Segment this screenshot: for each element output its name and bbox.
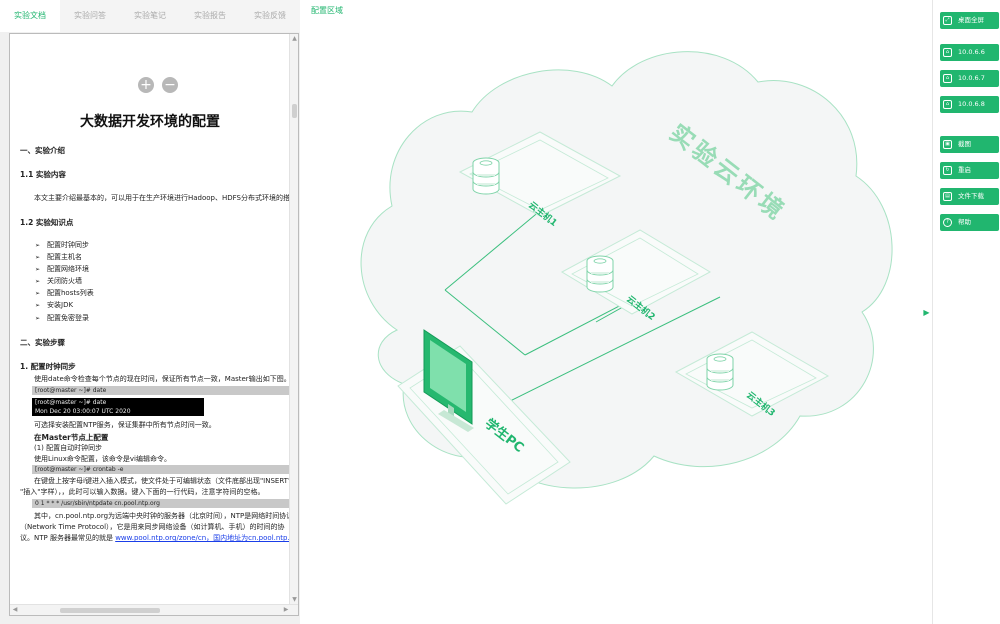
tab-qa[interactable]: 实验问答 <box>60 0 120 32</box>
vertical-scrollbar[interactable]: ▲ ▼ <box>289 34 298 605</box>
intro-text: 本文主要介绍最基本的，可以用于在生产环境进行Hadoop、HDFS分布式环境的搭… <box>34 194 290 202</box>
point-item: 配置hosts列表 <box>35 289 94 298</box>
code-cron: 0 1 * * * /usr/sbin/ntpdate cn.pool.ntp.… <box>32 499 290 508</box>
screenshot-button[interactable]: ▣ 截图 <box>940 136 999 153</box>
para-line-3: 议。NTP 服务器最常见的就是 www.pool.ntp.org/zone/cn… <box>20 534 290 543</box>
zoom-in-button[interactable]: + <box>138 77 154 93</box>
reset-button[interactable]: ↻ 重启 <box>940 162 999 179</box>
terminal-line: Mon Dec 20 03:00:07 UTC 2020 <box>32 407 204 416</box>
expand-icon: ⤢ <box>943 16 952 25</box>
insert-text-1: 在键盘上按字母i键进入插入模式，使文件处于可编辑状态（文件底部出现"INSERT… <box>34 477 290 485</box>
file-icon: ▤ <box>943 192 952 201</box>
doc-content: + − 大数据开发环境的配置 一、实验介绍 1.1 实验内容 本文主要介绍最基本… <box>10 34 290 605</box>
terminal-line: [root@master ~]# date <box>32 398 204 407</box>
point-item: 配置网络环境 <box>35 265 89 274</box>
code-crontab: [root@master ~]# crontab -e <box>32 465 290 474</box>
scroll-thumb[interactable] <box>292 104 297 118</box>
tab-report[interactable]: 实验报告 <box>180 0 240 32</box>
scroll-up-icon[interactable]: ▲ <box>291 35 298 43</box>
vm-button-3[interactable]: ⌂ 10.0.6.8 <box>940 96 999 113</box>
home-icon: ⌂ <box>943 74 952 83</box>
home-icon: ⌂ <box>943 100 952 109</box>
point-item: 关闭防火墙 <box>35 277 82 286</box>
doc-panel: 实验文档 实验问答 实验笔记 实验报告 实验反馈 + − 大数据开发环境的配置 … <box>0 0 300 624</box>
auto-sync-text: (1) 配置自动时钟同步 <box>34 444 103 452</box>
doc-title: 大数据开发环境的配置 <box>80 114 220 130</box>
home-icon: ⌂ <box>943 48 952 57</box>
refresh-icon: ↻ <box>943 166 952 175</box>
on-master-heading: 在Master节点上配置 <box>34 433 109 442</box>
doc-viewer: + − 大数据开发环境的配置 一、实验介绍 1.1 实验内容 本文主要介绍最基本… <box>9 33 299 616</box>
server-icon <box>586 255 614 293</box>
app-root: 实验文档 实验问答 实验笔记 实验报告 实验反馈 + − 大数据开发环境的配置 … <box>0 0 1000 624</box>
tab-experiment-doc[interactable]: 实验文档 <box>0 0 60 32</box>
point-item: 配置主机名 <box>35 253 82 262</box>
hscroll-thumb[interactable] <box>60 608 160 613</box>
section-content-heading: 1.1 实验内容 <box>20 170 66 179</box>
crontab-hint: 使用Linux命令配置，该命令是vi编辑命令。 <box>34 455 171 463</box>
tab-feedback[interactable]: 实验反馈 <box>240 0 300 32</box>
doc-tabs: 实验文档 实验问答 实验笔记 实验报告 实验反馈 <box>0 0 300 32</box>
step1-text: 使用date命令检查每个节点的现在时间，保证所有节点一致，Master输出如下图… <box>34 375 290 383</box>
section-steps-heading: 二、实验步骤 <box>20 338 65 347</box>
right-toolbar: ⤢ 桌面全屏 ⌂ 10.0.6.6 ⌂ 10.0.6.7 ⌂ 10.0.6.8 … <box>932 0 1000 624</box>
vm-button-1[interactable]: ⌂ 10.0.6.6 <box>940 44 999 61</box>
point-item: 配置免密登录 <box>35 314 89 323</box>
insert-text-2: "插入"字样），，此时可以输入数据。键入下面的一行代码，注意字符间的空格。 <box>20 488 265 496</box>
crop-icon: ▣ <box>943 140 952 149</box>
scroll-right-icon[interactable]: ▶ <box>282 606 290 614</box>
horizontal-scrollbar[interactable]: ◀ ▶ <box>10 604 298 615</box>
point-item: 配置时钟同步 <box>35 241 89 250</box>
para-text: 议。NTP 服务器最常见的就是 <box>20 534 113 542</box>
fullscreen-button[interactable]: ⤢ 桌面全屏 <box>940 12 999 29</box>
collapse-panel-icon[interactable]: ▶ <box>922 305 931 321</box>
point-item: 安装JDK <box>35 301 73 310</box>
help-icon: ? <box>943 218 952 227</box>
vm-button-2[interactable]: ⌂ 10.0.6.7 <box>940 70 999 87</box>
para-line-2: （Network Time Protocol），它是用来同步网络设备（如计算机、… <box>20 523 285 531</box>
zoom-out-button[interactable]: − <box>162 77 178 93</box>
tab-notes[interactable]: 实验笔记 <box>120 0 180 32</box>
cloud-diagram: 云主机1 云主机2 云主机3 实验云环境 学生PC <box>360 51 893 505</box>
ntp-pool-link[interactable]: www.pool.ntp.org/zone/cn，国内地址为cn.pool.nt… <box>115 534 290 542</box>
code-date: [root@master ~]# date <box>32 386 290 395</box>
para-line-1: 其中，cn.pool.ntp.org为远端中央时钟的服务器（北京时间），NTP是… <box>34 512 290 520</box>
ntp-text: 可选择安装配置NTP服务，保证集群中所有节点时间一致。 <box>34 421 216 429</box>
server-icon <box>472 157 500 195</box>
step1-heading: 1. 配置时钟同步 <box>20 362 76 371</box>
scroll-down-icon[interactable]: ▼ <box>291 596 298 604</box>
server-icon <box>706 353 734 391</box>
download-button[interactable]: ▤ 文件下载 <box>940 188 999 205</box>
scroll-left-icon[interactable]: ◀ <box>11 606 19 614</box>
section-knowledge-heading: 1.2 实验知识点 <box>20 218 74 227</box>
help-button[interactable]: ? 帮助 <box>940 214 999 231</box>
section-intro-heading: 一、实验介绍 <box>20 146 65 155</box>
